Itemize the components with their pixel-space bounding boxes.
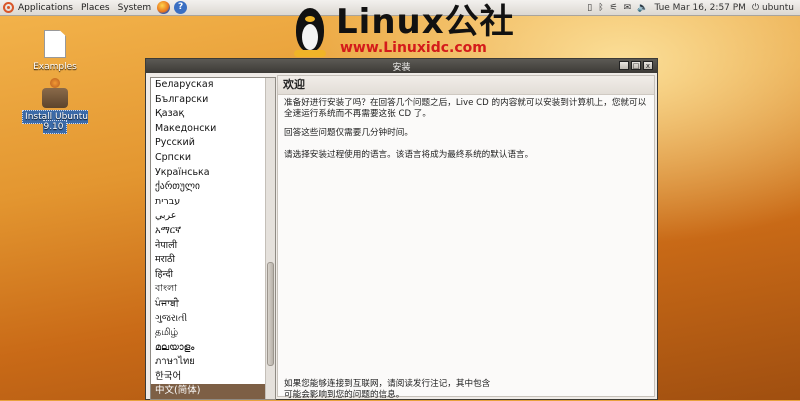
release-notes-text[interactable]: 如果您能够连接到互联网，请阅读发行注记，其中包含可能会影响到您的问题的信息。: [284, 379, 494, 401]
menu-applications[interactable]: Applications: [14, 0, 77, 16]
minimize-button[interactable]: _: [619, 61, 629, 70]
language-option[interactable]: नेपाली: [151, 239, 275, 254]
language-option[interactable]: Македонски: [151, 122, 275, 137]
intro-paragraph: 准备好进行安装了吗？在回答几个问题之后，Live CD 的内容就可以安装到计算机…: [284, 98, 647, 119]
language-option[interactable]: Русский: [151, 136, 275, 151]
language-option[interactable]: தமிழ்: [151, 326, 275, 341]
watermark-url: www.Linuxidc.com: [340, 40, 487, 56]
installer-icon: [42, 78, 68, 108]
language-option[interactable]: Беларуская: [151, 78, 275, 93]
volume-icon[interactable]: 🔈: [637, 3, 648, 13]
language-option[interactable]: Қазақ: [151, 107, 275, 122]
desktop-icon-examples[interactable]: Examples: [30, 30, 80, 72]
language-option[interactable]: Български: [151, 93, 275, 108]
desktop-icon-label: Examples: [33, 62, 77, 72]
maximize-button[interactable]: □: [631, 61, 641, 70]
page-title: 欢迎: [278, 76, 654, 95]
watermark-title: Linux公社: [336, 2, 515, 42]
clock[interactable]: Tue Mar 16, 2:57 PM: [654, 3, 746, 13]
language-option[interactable]: 한국어: [151, 370, 275, 385]
welcome-panel: 欢迎 准备好进行安装了吗？在回答几个问题之后，Live CD 的内容就可以安装到…: [277, 75, 655, 400]
tux-penguin-icon: [288, 2, 332, 58]
language-option[interactable]: 中文(简体): [151, 384, 275, 399]
language-option[interactable]: Српски: [151, 151, 275, 166]
language-list-scrollbar[interactable]: [265, 78, 275, 399]
language-list[interactable]: Беларуская Български Қазақ Македонски Русски…: [150, 77, 276, 400]
firefox-icon[interactable]: [157, 1, 171, 14]
window-title: 安装: [392, 63, 411, 73]
language-option[interactable]: ગુજરાતી: [151, 312, 275, 327]
mail-icon[interactable]: ✉: [624, 3, 632, 13]
menu-system[interactable]: System: [114, 0, 156, 16]
user-switcher[interactable]: ⏻ ubuntu: [752, 3, 794, 13]
language-option[interactable]: Українська: [151, 166, 275, 181]
menu-places[interactable]: Places: [77, 0, 114, 16]
language-option[interactable]: हिन्दी: [151, 268, 275, 283]
language-option[interactable]: मराठी: [151, 253, 275, 268]
battery-icon[interactable]: ▯: [587, 3, 592, 13]
language-option[interactable]: عربي: [151, 209, 275, 224]
language-option[interactable]: മലയാളം: [151, 341, 275, 356]
bluetooth-icon[interactable]: ᛒ: [598, 3, 603, 13]
window-titlebar[interactable]: 安装 _ □ x: [146, 59, 657, 73]
close-button[interactable]: x: [643, 61, 653, 70]
language-option[interactable]: ქართული: [151, 180, 275, 195]
language-option[interactable]: বাংলা: [151, 282, 275, 297]
desktop-icon-label: Install Ubuntu 9.10: [22, 110, 88, 134]
system-tray: ▯ ᛒ ⚟ ✉ 🔈 Tue Mar 16, 2:57 PM ⏻ ubuntu: [587, 0, 800, 16]
help-icon[interactable]: ?: [174, 1, 188, 14]
installer-window: 安装 _ □ x Беларуская Български Қазақ Македон…: [145, 58, 658, 400]
network-icon[interactable]: ⚟: [610, 3, 618, 13]
user-name: ubuntu: [761, 2, 794, 13]
language-option[interactable]: עברית: [151, 195, 275, 210]
ubuntu-logo-icon[interactable]: [3, 2, 14, 13]
time-paragraph: 回答这些问题仅需要几分钟时间。: [284, 128, 413, 138]
folder-document-icon: [44, 30, 66, 58]
language-paragraph: 请选择安装过程使用的语言。该语言将成为最终系统的默认语言。: [284, 150, 534, 160]
language-option[interactable]: አማርኛ: [151, 224, 275, 239]
scrollbar-thumb[interactable]: [267, 262, 274, 366]
language-option[interactable]: ภาษาไทย: [151, 355, 275, 370]
language-option[interactable]: ਪੰਜਾਬੀ: [151, 297, 275, 312]
desktop-icon-install-ubuntu[interactable]: Install Ubuntu 9.10: [12, 78, 98, 134]
watermark-logo: Linux公社 www.Linuxidc.com: [288, 2, 518, 60]
